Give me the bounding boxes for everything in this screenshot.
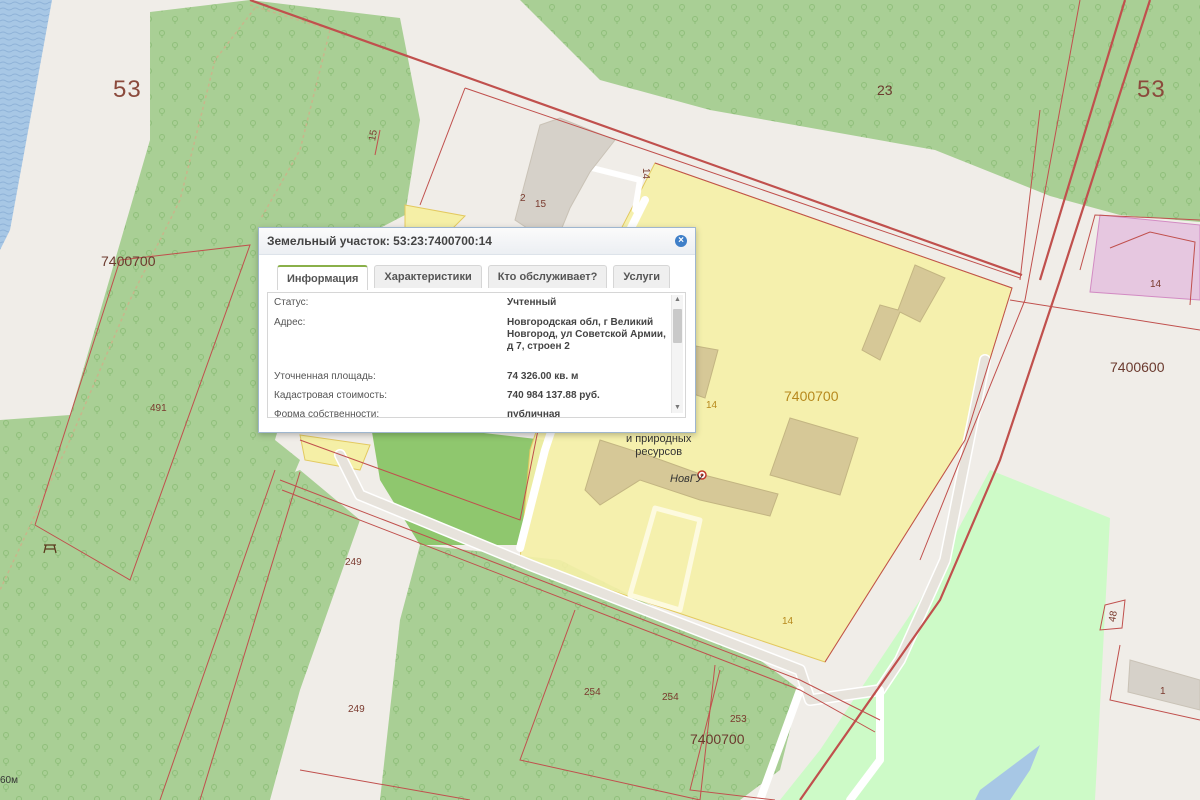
popup-title: Земельный участок: 53:23:7400700:14 [259,228,695,255]
scale-label: 60м [0,775,18,786]
info-key: Форма собственности: [274,409,380,418]
parcel-number: 253 [730,714,747,725]
tab-information[interactable]: Информация [277,265,369,290]
scrollbar[interactable]: ▲ ▼ [671,295,683,413]
forest-area [370,420,545,545]
close-icon[interactable]: × [675,235,687,247]
parcel-14-pink [1089,214,1200,301]
scroll-up-icon[interactable]: ▲ [673,295,682,305]
poi-label: и природных ресурсов [626,433,691,459]
popup-tabs: Информация Характеристики Кто обслуживае… [277,265,670,290]
tab-services[interactable]: Услуги [613,265,670,288]
info-value: Учтенный [507,297,557,308]
scroll-down-icon[interactable]: ▼ [673,403,682,413]
quarter-label: 7400700 [784,388,839,404]
parcel-number: 249 [345,557,362,568]
parcel-number: 48 [1107,610,1120,623]
parcel-number: 15 [367,129,380,142]
info-value: 74 326.00 кв. м [507,371,579,382]
tab-who-serves[interactable]: Кто обслуживает? [487,265,608,288]
parcel-number: 491 [150,403,167,414]
parcel-number: 14 [1150,279,1162,290]
parcel-number: 249 [348,704,365,715]
forest-area [520,0,1200,222]
info-value: Новгородская обл, г Великий Новгород, ул… [507,317,666,352]
poi-label-line: и природных [626,433,692,445]
info-key: Адрес: [274,317,306,328]
info-value: публичная [507,409,561,418]
river [0,0,52,250]
info-panel[interactable]: Статус: Учтенный Адрес: Новгородская обл… [267,292,686,418]
info-key: Уточненная площадь: [274,371,376,382]
parcel-info-popup: Земельный участок: 53:23:7400700:14 × Ин… [258,227,696,433]
info-value: 740 984 137.88 руб. [507,390,600,401]
poi-name[interactable]: НовГУ [670,473,703,485]
area-label: 53 [1137,76,1166,103]
block-label: 23 [877,82,893,98]
parcel-number: 14 [640,167,652,180]
parcel-number: 14 [782,616,794,627]
quarter-label: 7400700 [690,731,745,747]
info-key: Статус: [274,297,309,308]
parcel-number: 15 [535,199,547,210]
parcel-number: 2 [520,193,526,204]
parcel-number: 14 [706,400,718,411]
parcel-number: 1 [1160,686,1166,697]
quarter-label: 7400600 [1110,359,1165,375]
poi-label-line: ресурсов [635,446,683,458]
scroll-thumb[interactable] [673,309,682,343]
area-label: 53 [113,76,142,103]
parcel-number: 254 [584,687,601,698]
info-key: Кадастровая стоимость: [274,390,388,401]
tab-characteristics[interactable]: Характеристики [374,265,482,288]
quarter-label: 7400700 [101,253,156,269]
parcel-number: 254 [662,692,679,703]
